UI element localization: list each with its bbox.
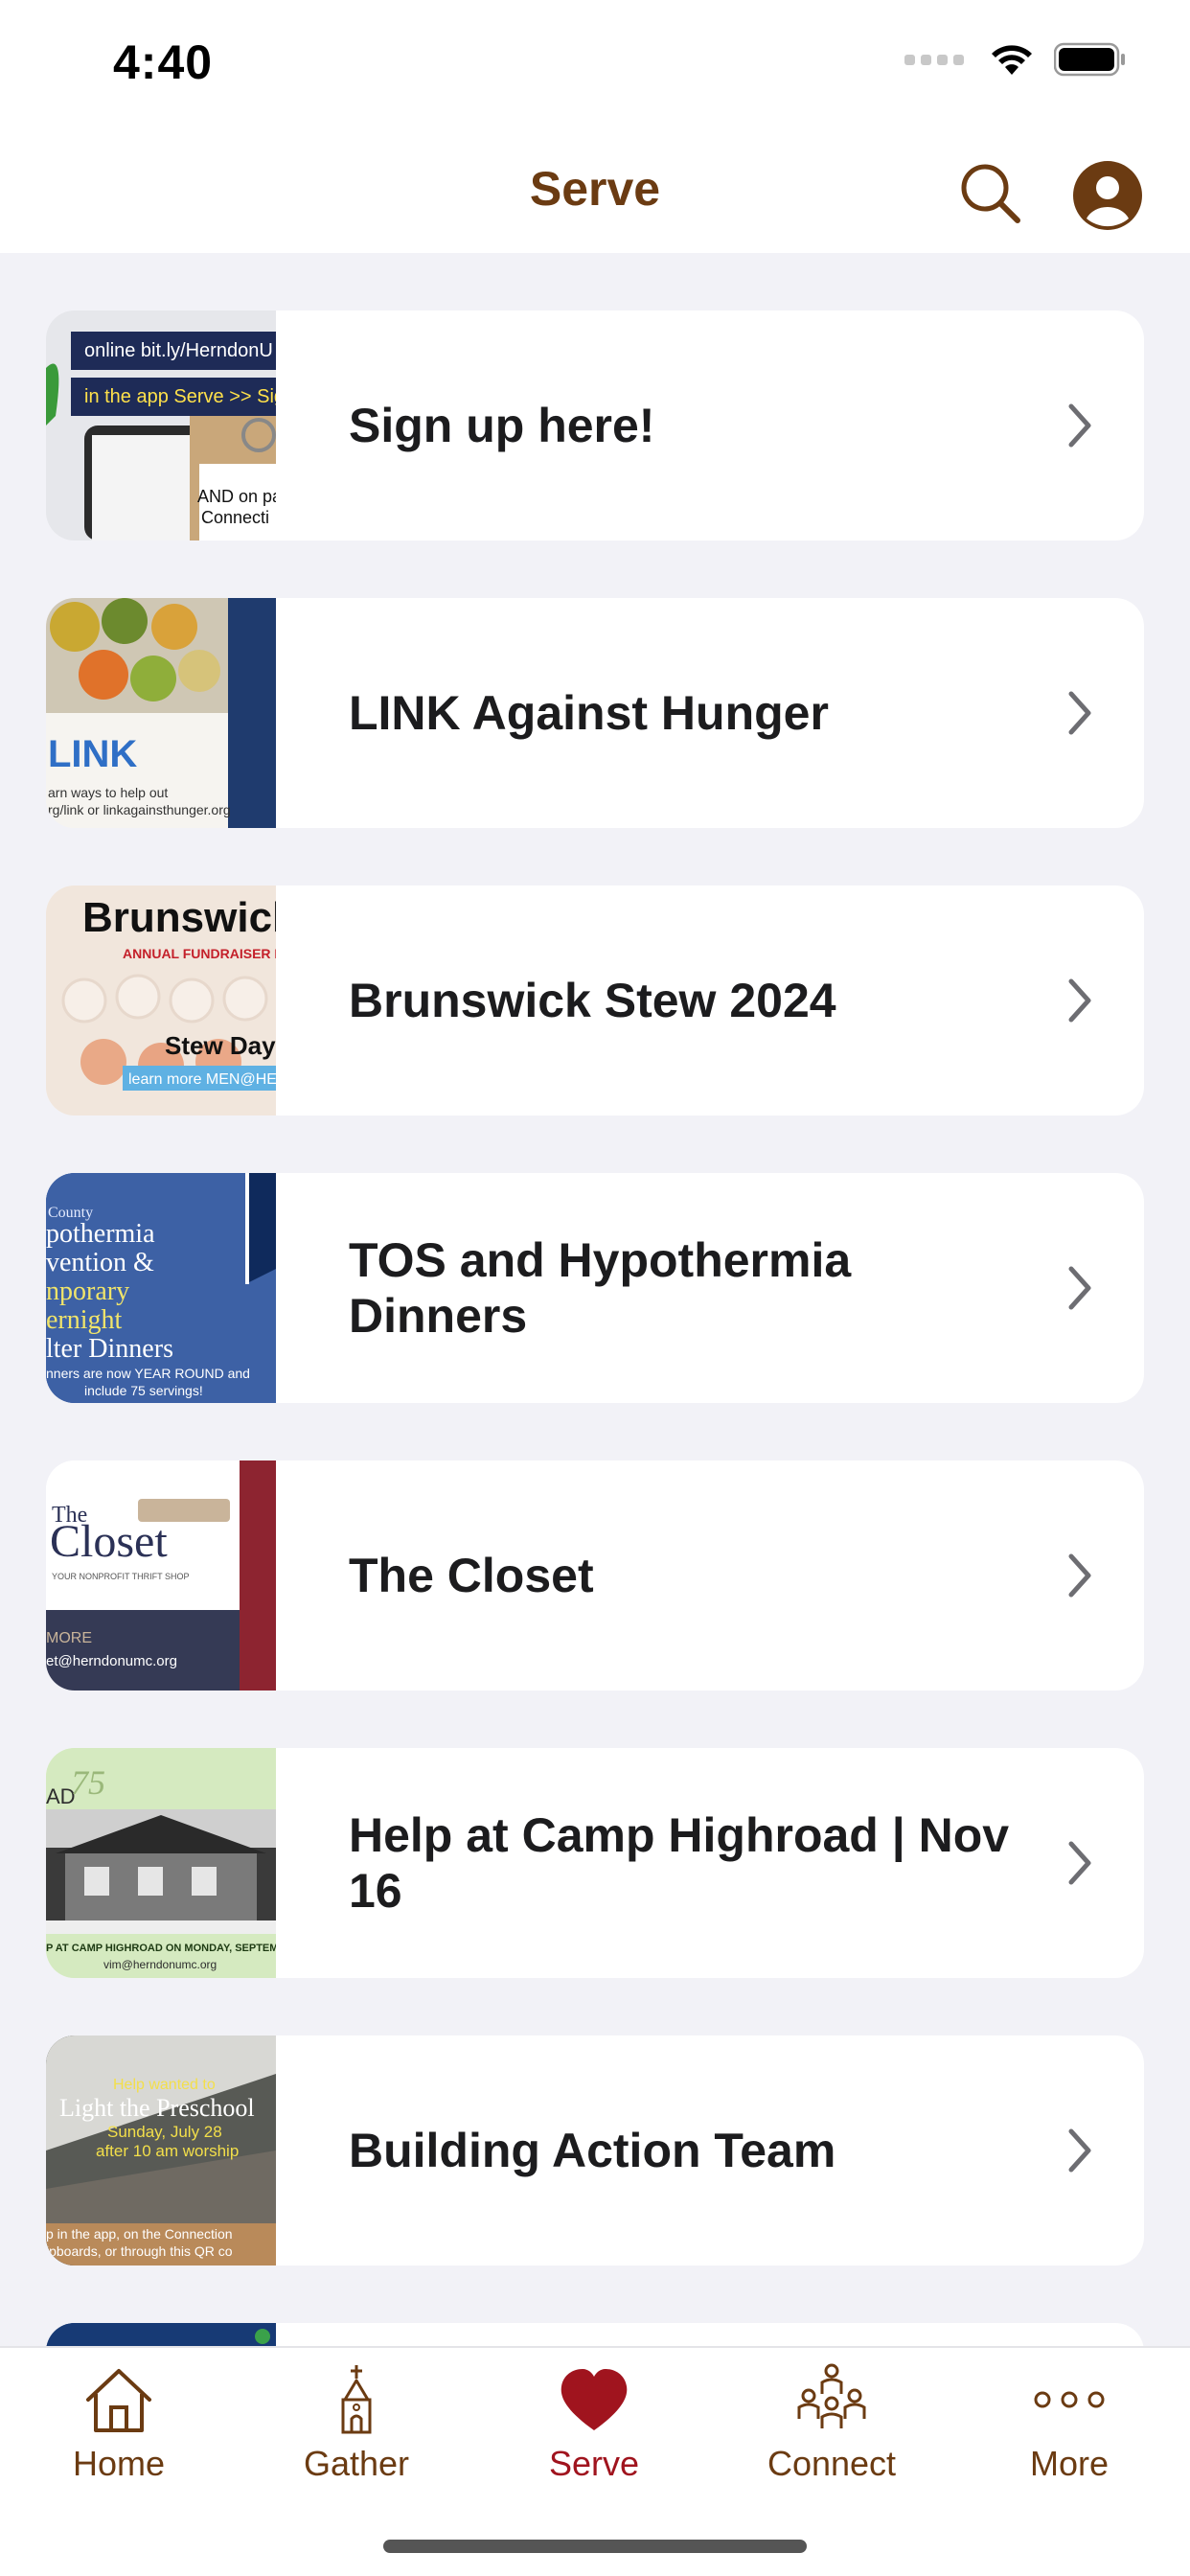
tab-label: Serve bbox=[548, 2444, 640, 2483]
tab-connect[interactable]: Connect bbox=[713, 2361, 950, 2505]
thumb-text: Light the Preschool bbox=[59, 2094, 255, 2122]
chevron-right-icon bbox=[1068, 403, 1091, 448]
thumb-text: et@herndonumc.org bbox=[46, 1653, 177, 1669]
item-title: The Closet bbox=[349, 1549, 594, 1602]
thumb-text: include 75 servings! bbox=[84, 1383, 203, 1398]
item-thumbnail: LINK arn ways to help out rg/link or lin… bbox=[46, 598, 276, 828]
people-group-icon bbox=[797, 2363, 866, 2428]
item-title: Sign up here! bbox=[349, 399, 655, 452]
item-thumbnail bbox=[46, 2323, 276, 2346]
battery-icon bbox=[1054, 42, 1125, 77]
thumb-text: nners are now YEAR ROUND and bbox=[46, 1366, 250, 1381]
list-item[interactable] bbox=[46, 2323, 1144, 2346]
list-item[interactable]: AD 75 P AT CAMP HIGHROAD ON MONDAY, SEPT… bbox=[46, 1748, 1144, 1978]
thumb-text: p in the app, on the Connection bbox=[46, 2226, 233, 2242]
status-time: 4:40 bbox=[113, 35, 214, 89]
chevron-right-icon bbox=[1068, 1553, 1091, 1598]
thumb-text: ANNUAL FUNDRAISER FOR M bbox=[123, 946, 276, 961]
item-thumbnail: The Closet YOUR NONPROFIT THRIFT SHOP MO… bbox=[46, 1460, 276, 1690]
item-title: Building Action Team bbox=[349, 2124, 836, 2177]
thumb-text: nporary bbox=[46, 1276, 129, 1306]
thumb-text: in the app Serve >> Sig bbox=[84, 386, 276, 407]
thumb-text: lter Dinners bbox=[46, 1334, 173, 1364]
item-thumbnail: online bit.ly/HerndonU in the app Serve … bbox=[46, 310, 276, 540]
thumb-text: MORE bbox=[46, 1630, 92, 1646]
thumb-text: learn more MEN@HERNDO bbox=[128, 1071, 276, 1088]
thumb-text: rg/link or linkagainsthunger.org bbox=[48, 802, 231, 817]
thumb-text: LINK bbox=[48, 733, 137, 775]
thumb-text: 75 bbox=[71, 1763, 105, 1802]
list-item[interactable]: Help wanted to Light the Preschool Sunda… bbox=[46, 2036, 1144, 2266]
thumb-text: online bit.ly/HerndonU bbox=[84, 340, 273, 361]
church-icon bbox=[341, 2365, 372, 2434]
serve-list[interactable]: online bit.ly/HerndonU in the app Serve … bbox=[0, 253, 1190, 2346]
thumb-text: Help wanted to bbox=[113, 2077, 216, 2093]
item-title: Help at Camp Highroad | Nov 16 bbox=[349, 1808, 1010, 1918]
chevron-right-icon bbox=[1068, 2128, 1091, 2173]
search-icon[interactable] bbox=[956, 159, 1025, 228]
chevron-right-icon bbox=[1068, 1266, 1091, 1310]
list-item[interactable]: County pothermia vention & nporary ernig… bbox=[46, 1173, 1144, 1403]
list-item[interactable]: The Closet YOUR NONPROFIT THRIFT SHOP MO… bbox=[46, 1460, 1144, 1690]
wifi-icon bbox=[992, 45, 1032, 75]
chevron-right-icon bbox=[1068, 1841, 1091, 1885]
tab-serve[interactable]: Serve bbox=[475, 2361, 713, 2505]
chevron-right-icon bbox=[1068, 691, 1091, 735]
thumb-text: Brunswick St bbox=[82, 894, 276, 941]
status-icons bbox=[904, 42, 1127, 77]
tab-home[interactable]: Home bbox=[0, 2361, 238, 2505]
thumb-text: arn ways to help out bbox=[48, 785, 168, 800]
item-title: Brunswick Stew 2024 bbox=[349, 974, 836, 1027]
home-indicator bbox=[383, 2540, 807, 2553]
thumb-text: ernight bbox=[46, 1305, 123, 1335]
thumb-text: P AT CAMP HIGHROAD ON MONDAY, SEPTEMBE bbox=[46, 1943, 276, 1954]
status-bar: 4:40 bbox=[0, 0, 1190, 126]
thumb-text: vim@herndonumc.org bbox=[103, 1958, 217, 1971]
item-thumbnail: AD 75 P AT CAMP HIGHROAD ON MONDAY, SEPT… bbox=[46, 1748, 276, 1978]
thumb-text: Connecti bbox=[201, 508, 269, 527]
item-thumbnail: Help wanted to Light the Preschool Sunda… bbox=[46, 2036, 276, 2266]
more-dots-icon bbox=[1034, 2391, 1105, 2408]
tab-label: Home bbox=[72, 2444, 166, 2483]
nav-bar: Serve bbox=[0, 126, 1190, 253]
thumb-text: YOUR NONPROFIT THRIFT SHOP bbox=[52, 1572, 190, 1581]
thumb-text: ipboards, or through this QR co bbox=[46, 2243, 233, 2259]
item-title: TOS and Hypothermia Dinners bbox=[349, 1233, 852, 1343]
tab-label: Gather bbox=[303, 2444, 410, 2483]
thumb-text: AND on pa bbox=[197, 487, 276, 506]
thumb-text: pothermia bbox=[46, 1219, 155, 1249]
profile-avatar-icon[interactable] bbox=[1073, 161, 1142, 230]
tab-more[interactable]: More bbox=[950, 2361, 1188, 2505]
signal-dots-icon bbox=[904, 54, 964, 65]
item-thumbnail: County pothermia vention & nporary ernig… bbox=[46, 1173, 276, 1403]
thumb-text: Stew Day is bbox=[165, 1031, 276, 1060]
chevron-right-icon bbox=[1068, 978, 1091, 1023]
tab-gather[interactable]: Gather bbox=[238, 2361, 475, 2505]
item-title: LINK Against Hunger bbox=[349, 686, 829, 740]
tab-label: Connect bbox=[767, 2444, 897, 2483]
thumb-text: Closet bbox=[50, 1516, 168, 1567]
thumb-text: vention & bbox=[46, 1248, 154, 1277]
list-item[interactable]: LINK arn ways to help out rg/link or lin… bbox=[46, 598, 1144, 828]
item-thumbnail: Brunswick St ANNUAL FUNDRAISER FOR M Ste… bbox=[46, 886, 276, 1116]
thumb-text: Sunday, July 28 bbox=[107, 2123, 222, 2141]
heart-icon bbox=[561, 2369, 628, 2430]
thumb-text: after 10 am worship bbox=[96, 2142, 239, 2160]
tab-label: More bbox=[1029, 2444, 1110, 2483]
house-icon bbox=[86, 2369, 151, 2432]
list-item[interactable]: online bit.ly/HerndonU in the app Serve … bbox=[46, 310, 1144, 540]
list-item[interactable]: Brunswick St ANNUAL FUNDRAISER FOR M Ste… bbox=[46, 886, 1144, 1116]
